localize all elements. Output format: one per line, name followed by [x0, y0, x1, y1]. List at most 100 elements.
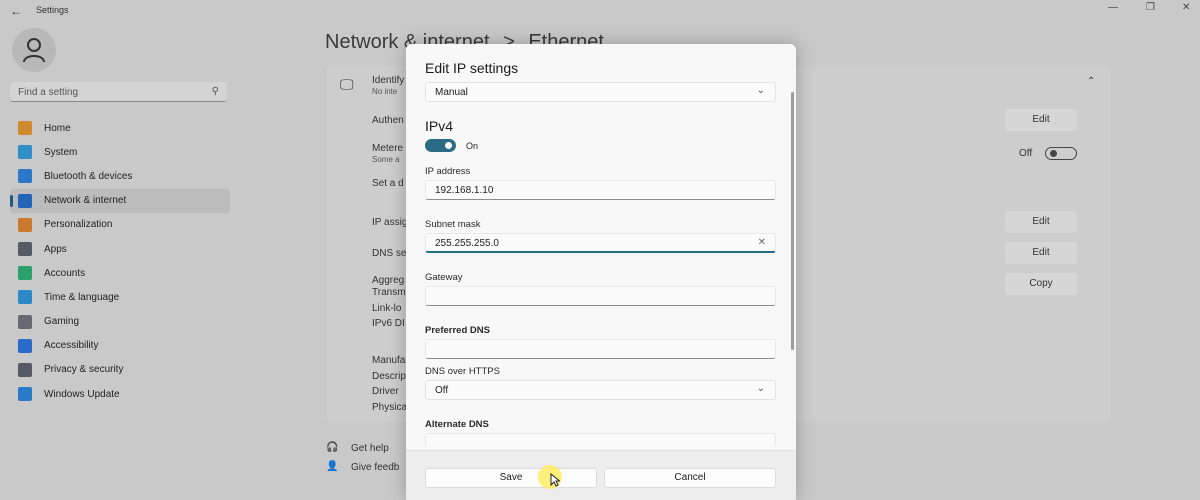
ipv4-heading: IPv4 [425, 118, 454, 134]
ip-address-label: IP address [425, 166, 471, 177]
gateway-field[interactable] [425, 286, 776, 306]
update-icon [18, 387, 32, 402]
sidebar-item-label: Gaming [44, 316, 80, 328]
driver-label: Driver [372, 386, 399, 397]
authentication-label: Authen [372, 115, 404, 126]
edit-authentication-button[interactable]: Edit [1005, 109, 1077, 131]
sidebar-item-bluetooth-devices[interactable]: Bluetooth & devices [10, 164, 230, 188]
window-title: Settings [36, 5, 69, 15]
wifi-icon [18, 193, 32, 208]
sidebar-item-windows-update[interactable]: Windows Update [10, 382, 230, 406]
sidebar-item-gaming[interactable]: Gaming [10, 310, 230, 334]
globe-icon [18, 290, 32, 305]
shield-icon [18, 362, 32, 377]
metered-label: Metere [372, 143, 404, 154]
sidebar-item-apps[interactable]: Apps [10, 237, 230, 261]
copy-button[interactable]: Copy [1005, 273, 1077, 295]
home-icon [18, 121, 32, 136]
edit-dns-button[interactable]: Edit [1005, 242, 1077, 264]
sidebar-item-privacy-security[interactable]: Privacy & security [10, 358, 230, 382]
cancel-button[interactable]: Cancel [604, 468, 776, 488]
avatar[interactable] [12, 28, 56, 72]
dns-over-https-select[interactable]: Off ⌄ [425, 380, 776, 400]
sidebar-item-time-language[interactable]: Time & language [10, 285, 230, 309]
preferred-dns-field[interactable] [425, 339, 776, 359]
preferred-dns-label: Preferred DNS [425, 325, 490, 336]
chevron-down-icon: ⌄ [756, 85, 765, 96]
back-arrow-icon[interactable]: ← [10, 4, 22, 18]
ipv4-toggle[interactable] [425, 139, 456, 152]
feedback-icon: 👤 [326, 461, 339, 472]
edit-ip-dialog: Edit IP settings Manual ⌄ IPv4 On IP add… [406, 44, 796, 500]
ip-assignment-label: IP assig [372, 217, 408, 228]
sidebar-item-system[interactable]: System [10, 140, 230, 164]
sidebar-item-home[interactable]: Home [10, 116, 230, 140]
metered-off-label: Off [1019, 148, 1033, 159]
search-icon: ⚲ [211, 86, 219, 97]
no-internet-label: No inte [372, 87, 398, 96]
clear-icon[interactable]: ✕ [758, 237, 766, 248]
sidebar-item-label: Apps [44, 243, 67, 255]
dialog-scrollbar[interactable] [791, 92, 794, 350]
sidebar-item-accounts[interactable]: Accounts [10, 261, 230, 285]
bluetooth-icon [18, 169, 32, 184]
sidebar-item-label: Bluetooth & devices [44, 170, 133, 182]
gaming-icon [18, 314, 32, 329]
dns-over-https-value: Off [435, 385, 449, 396]
search-input[interactable]: Find a setting ⚲ [10, 82, 227, 102]
system-icon [18, 145, 32, 160]
apps-icon [18, 242, 32, 257]
save-button[interactable]: Save [425, 468, 597, 488]
sidebar-item-label: Accounts [44, 267, 86, 279]
dialog-title: Edit IP settings [425, 60, 519, 76]
sidebar-nav: Home System Bluetooth & devices Network & i… [10, 116, 230, 406]
mouse-pointer-icon [550, 473, 560, 487]
ip-mode-select[interactable]: Manual ⌄ [425, 82, 776, 102]
chevron-down-icon: ⌄ [756, 383, 765, 394]
search-placeholder: Find a setting [18, 87, 79, 98]
ipv4-toggle-label: On [466, 141, 479, 151]
link-local-label: Link-lo [372, 303, 402, 314]
aggregated-label: Aggreg [372, 275, 405, 286]
sidebar-item-label: Windows Update [44, 388, 120, 400]
physical-label: Physica [372, 402, 408, 413]
alternate-dns-field[interactable] [425, 433, 776, 447]
sidebar-item-personalization[interactable]: Personalization [10, 213, 230, 237]
collapse-chevron-icon[interactable]: ⌃ [1087, 76, 1095, 87]
sidebar-item-label: Privacy & security [44, 364, 124, 376]
brush-icon [18, 217, 32, 232]
alternate-dns-label: Alternate DNS [425, 419, 489, 430]
close-icon[interactable]: ✕ [1182, 2, 1190, 13]
help-icon: 🎧 [326, 442, 339, 453]
dns-over-https-label: DNS over HTTPS [425, 366, 500, 377]
subnet-mask-field[interactable]: 255.255.255.0 ✕ [425, 233, 776, 253]
dialog-footer: Save Cancel [406, 450, 796, 500]
subnet-mask-value: 255.255.255.0 [435, 238, 499, 249]
minimize-icon[interactable]: — [1108, 2, 1118, 13]
description-label: Descrip [372, 371, 406, 382]
maximize-icon[interactable]: ❐ [1146, 2, 1155, 13]
ip-address-field[interactable]: 192.168.1.10 [425, 180, 776, 200]
manufacturer-label: Manufa [372, 355, 406, 366]
get-help-link[interactable]: Get help [351, 443, 389, 454]
subnet-mask-label: Subnet mask [425, 219, 481, 230]
sidebar-item-label: Network & internet [44, 195, 127, 207]
user-icon [23, 38, 45, 63]
sidebar-item-label: Home [44, 122, 71, 134]
network-icon: 🖵 [340, 76, 354, 92]
accessibility-icon [18, 338, 32, 353]
sidebar-item-accessibility[interactable]: Accessibility [10, 334, 230, 358]
metered-toggle[interactable] [1045, 147, 1077, 160]
ip-mode-value: Manual [435, 87, 468, 98]
metered-sub: Some a [372, 155, 400, 164]
title-bar: ← Settings — ❐ ✕ [0, 0, 1200, 22]
edit-ip-button[interactable]: Edit [1005, 211, 1077, 233]
transmit-label: Transm [372, 287, 406, 298]
give-feedback-link[interactable]: Give feedb [351, 462, 399, 473]
sidebar-item-label: Time & language [44, 291, 120, 303]
sidebar-item-label: Accessibility [44, 340, 99, 352]
sidebar-item-label: System [44, 146, 78, 158]
sidebar-item-label: Personalization [44, 219, 113, 231]
set-data-label: Set a d [372, 178, 404, 189]
sidebar-item-network-internet[interactable]: Network & internet [10, 188, 230, 213]
